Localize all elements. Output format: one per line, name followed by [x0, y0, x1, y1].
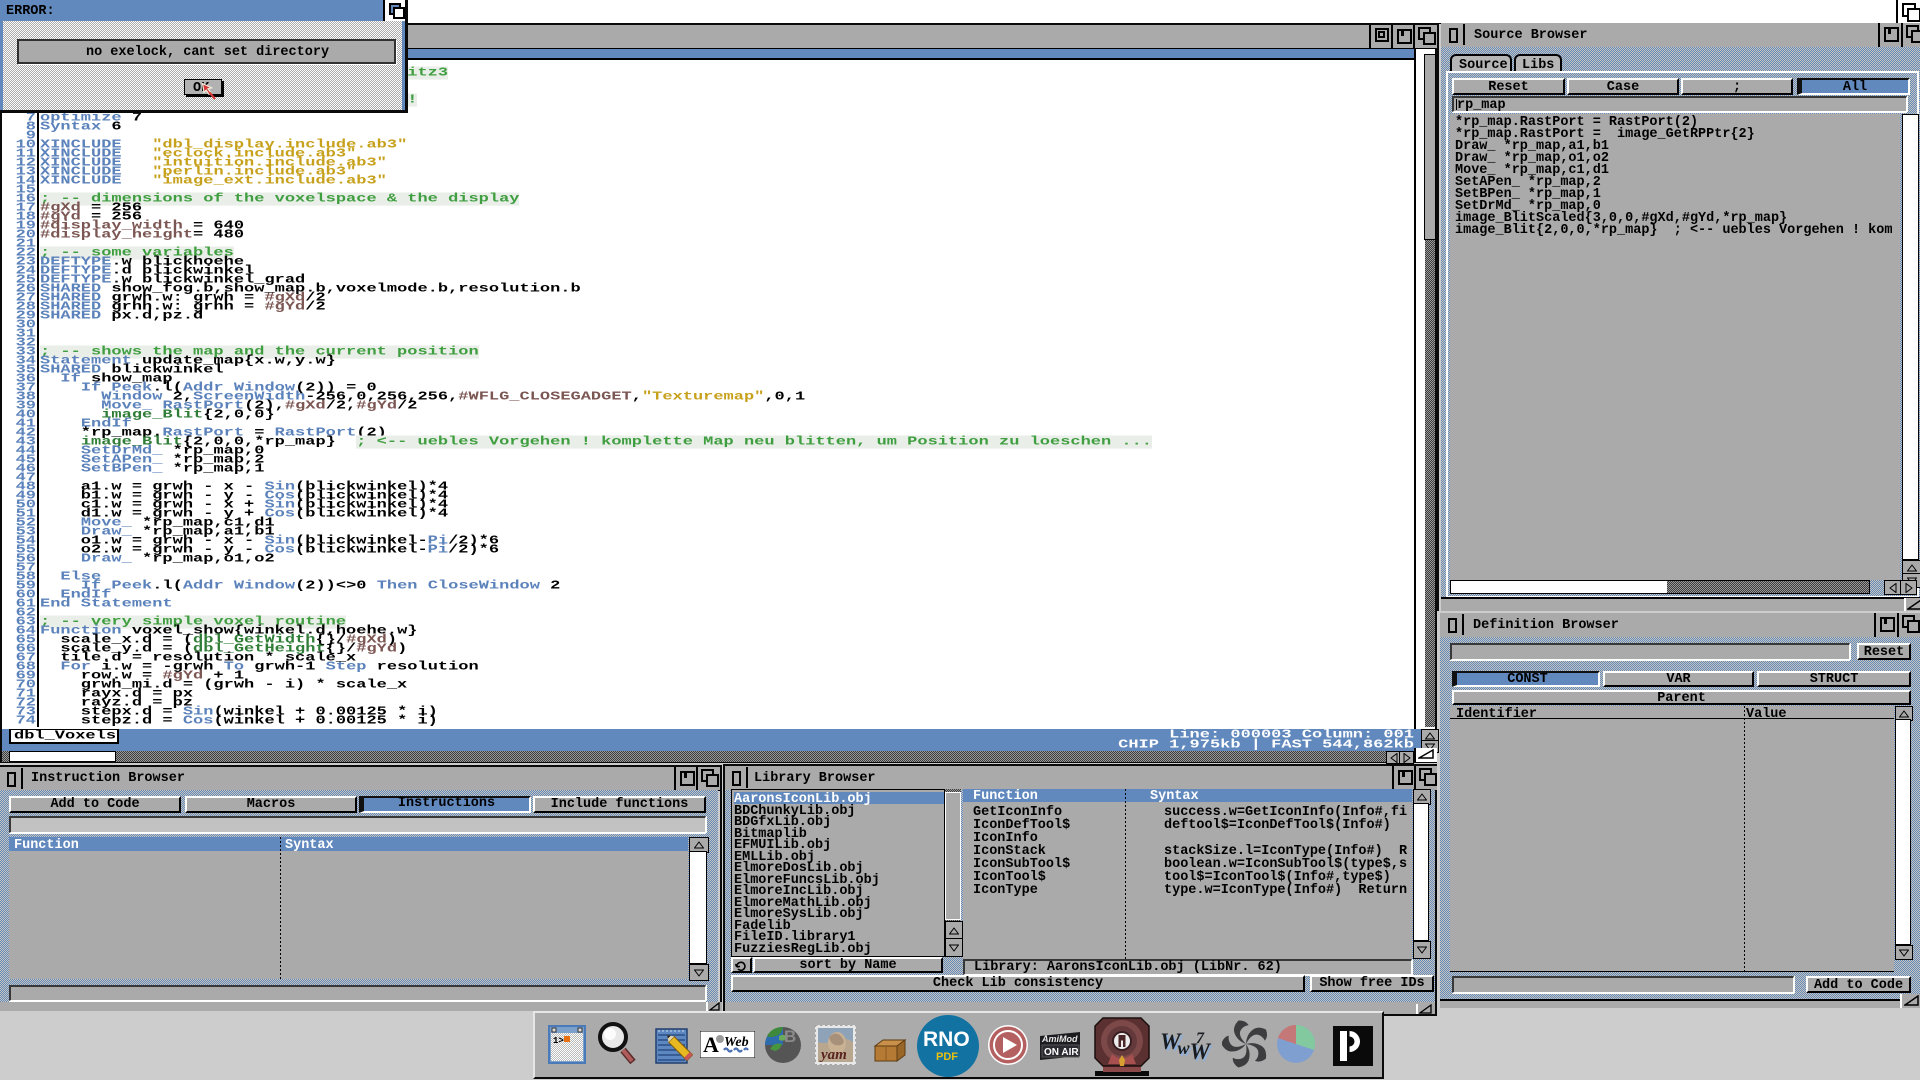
svg-text:B: B: [784, 1027, 796, 1046]
svg-text:AmiMod: AmiMod: [1041, 1034, 1078, 1044]
svg-text:A: A: [703, 1032, 719, 1057]
svg-text:1>: 1>: [553, 1036, 564, 1046]
svg-text:PDF: PDF: [936, 1051, 958, 1063]
svg-text:RNO: RNO: [923, 1028, 970, 1051]
svg-text:yam: yam: [819, 1047, 847, 1063]
svg-text:ON AIR: ON AIR: [1044, 1047, 1079, 1058]
svg-text:7: 7: [1196, 1030, 1205, 1047]
